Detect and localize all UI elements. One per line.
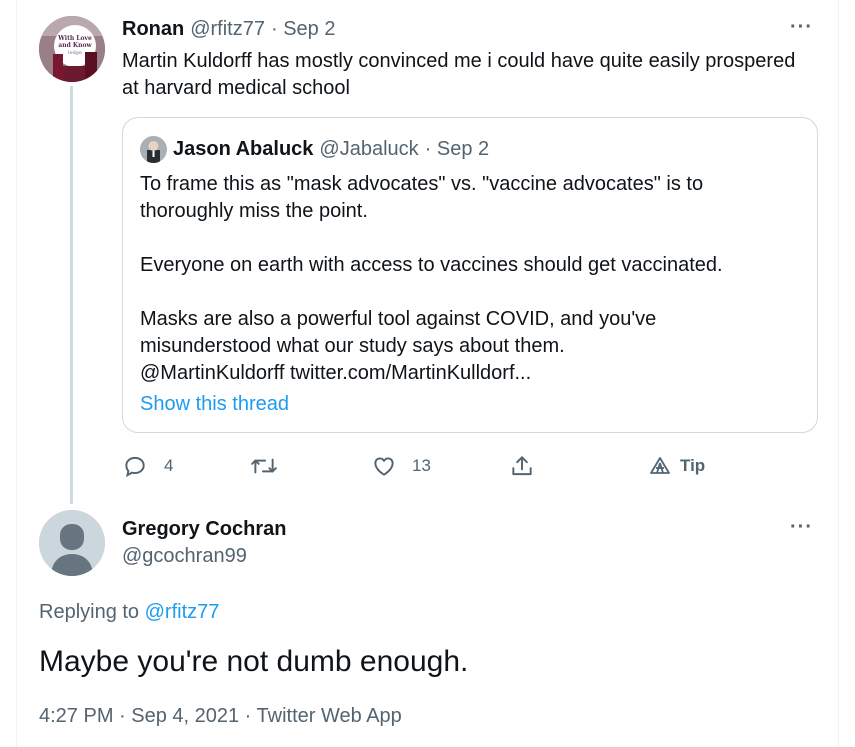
heart-icon bbox=[371, 453, 397, 479]
ronan-avatar[interactable]: With Love and Know ledge bbox=[39, 16, 105, 82]
like-button[interactable]: 13 bbox=[371, 453, 431, 479]
show-thread-link[interactable]: Show this thread bbox=[140, 391, 289, 418]
quoted-author-name[interactable]: Jason Abaluck bbox=[173, 138, 313, 161]
tip-label: Tip bbox=[680, 456, 706, 475]
share-button[interactable] bbox=[509, 453, 535, 479]
reply-more-options-button[interactable]: ··· bbox=[790, 516, 813, 539]
tweet-timestamp[interactable]: 4:27 PM · Sep 4, 2021 · Twitter Web App bbox=[39, 705, 402, 728]
tip-button[interactable]: Tip bbox=[648, 454, 705, 478]
quoted-author-handle[interactable]: @Jabaluck bbox=[319, 138, 418, 161]
gregory-avatar[interactable] bbox=[39, 510, 105, 576]
more-options-button[interactable]: ··· bbox=[790, 16, 813, 39]
thread-connector-line bbox=[70, 86, 73, 504]
share-icon bbox=[509, 453, 535, 479]
retweet-button[interactable] bbox=[250, 453, 278, 479]
tip-icon bbox=[648, 454, 672, 478]
quoted-tweet-text: To frame this as "mask advocates" vs. "v… bbox=[140, 173, 723, 384]
author-handle[interactable]: @rfitz77 bbox=[190, 18, 265, 41]
quoted-author-avatar[interactable] bbox=[140, 136, 167, 163]
quoted-tweet-date: · Sep 2 bbox=[424, 138, 490, 160]
svg-text:and Know: and Know bbox=[58, 42, 92, 49]
svg-text:With Love: With Love bbox=[57, 35, 92, 42]
author-name[interactable]: Ronan bbox=[122, 18, 184, 41]
tweet-text: Martin Kuldorff has mostly convinced me … bbox=[122, 50, 796, 99]
retweet-icon bbox=[250, 453, 278, 479]
reply-author-name[interactable]: Gregory Cochran bbox=[122, 518, 286, 541]
reply-button[interactable]: 4 bbox=[122, 453, 173, 479]
replying-to-handle[interactable]: @rfitz77 bbox=[145, 601, 220, 623]
reply-text: Maybe you're not dumb enough. bbox=[39, 645, 469, 678]
tweet-date[interactable]: · Sep 2 bbox=[271, 18, 335, 41]
like-count: 13 bbox=[412, 456, 431, 475]
reply-count: 4 bbox=[164, 456, 174, 475]
reply-icon bbox=[122, 453, 148, 479]
svg-text:ledge: ledge bbox=[68, 50, 82, 56]
replying-to: Replying to @rfitz77 bbox=[39, 601, 220, 623]
reply-author-handle[interactable]: @gcochran99 bbox=[122, 545, 247, 568]
